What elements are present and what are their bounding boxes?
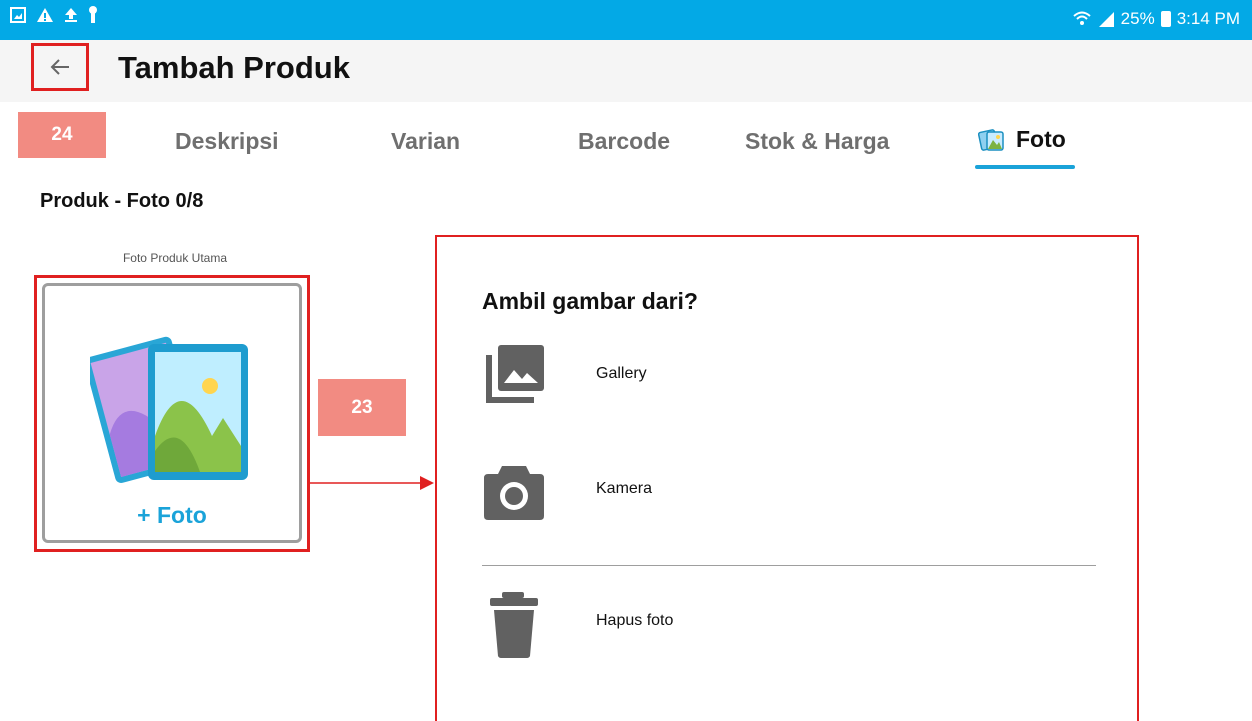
add-main-photo-button[interactable]: + Foto bbox=[42, 283, 302, 543]
clock: 3:14 PM bbox=[1176, 9, 1240, 28]
dialog-title: Ambil gambar dari? bbox=[482, 288, 698, 314]
annotation-badge-23: 23 bbox=[318, 379, 406, 436]
tab-foto[interactable]: Foto bbox=[978, 126, 1066, 153]
back-button[interactable] bbox=[31, 43, 89, 91]
camera-icon bbox=[484, 466, 544, 520]
main-photo-caption: Foto Produk Utama bbox=[122, 251, 228, 265]
status-bar-notifications bbox=[10, 6, 98, 24]
delete-photo-label: Hapus foto bbox=[596, 612, 674, 629]
tab-varian[interactable]: Varian bbox=[391, 128, 460, 155]
add-photo-label: + Foto bbox=[45, 502, 299, 529]
page-title: Tambah Produk bbox=[118, 50, 350, 85]
gallery-label: Gallery bbox=[596, 365, 647, 382]
tab-barcode[interactable]: Barcode bbox=[578, 128, 670, 155]
tab-stok-harga[interactable]: Stok & Harga bbox=[745, 128, 889, 155]
camera-option[interactable]: Kamera bbox=[482, 460, 1096, 530]
app-bar: Tambah Produk bbox=[0, 40, 1252, 102]
tab-foto-label: Foto bbox=[1016, 126, 1066, 152]
key-icon bbox=[89, 6, 97, 23]
photo-placeholder-icon bbox=[90, 336, 248, 483]
camera-label: Kamera bbox=[596, 480, 653, 497]
plus-icon: + bbox=[137, 502, 151, 528]
active-tab-indicator bbox=[975, 165, 1075, 169]
tab-deskripsi[interactable]: Deskripsi bbox=[175, 128, 279, 155]
status-bar-system: 25% 3:14 PM bbox=[1072, 9, 1240, 29]
arrow-left-icon bbox=[50, 59, 69, 75]
dialog-divider bbox=[482, 565, 1096, 566]
annotation-arrow-icon bbox=[308, 476, 434, 490]
tab-bar: Deskripsi Varian Barcode Stok & Harga Fo… bbox=[0, 112, 1252, 172]
battery-icon bbox=[1160, 11, 1171, 27]
gallery-icon bbox=[486, 345, 544, 403]
gallery-option[interactable]: Gallery bbox=[482, 343, 1096, 413]
trash-icon bbox=[490, 592, 538, 658]
warning-icon bbox=[37, 8, 53, 22]
add-photo-text: Foto bbox=[157, 502, 207, 528]
status-bar: 25% 3:14 PM bbox=[0, 0, 1252, 40]
signal-icon bbox=[1098, 12, 1114, 27]
delete-photo-option[interactable]: Hapus foto bbox=[482, 590, 1096, 660]
battery-percent: 25% bbox=[1120, 9, 1155, 28]
upload-icon bbox=[65, 8, 77, 22]
photo-icon bbox=[978, 128, 1004, 151]
section-title: Produk - Foto 0/8 bbox=[40, 190, 204, 212]
image-icon bbox=[10, 7, 26, 23]
wifi-icon bbox=[1072, 11, 1091, 25]
